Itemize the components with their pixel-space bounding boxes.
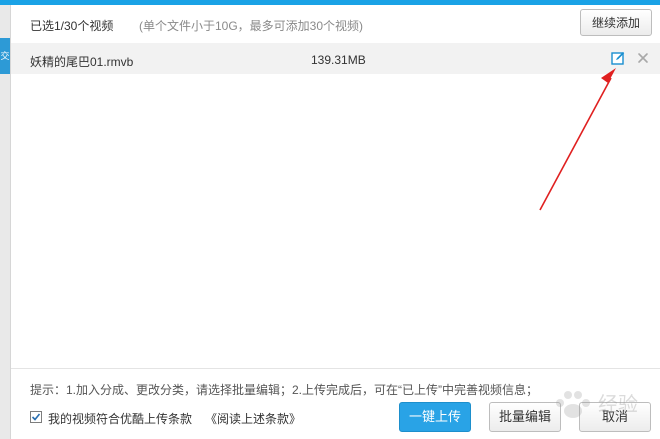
edit-icon[interactable] — [611, 51, 625, 65]
watermark-text: 经验 — [598, 392, 638, 416]
upload-dialog: 已选1/30个视频 (单个文件小于10G，最多可添加30个视频) 继续添加 妖精… — [11, 5, 660, 439]
upload-limit-hint: (单个文件小于10G，最多可添加30个视频) — [139, 19, 364, 33]
left-side-tab[interactable]: 交 — [0, 38, 10, 74]
upload-tip: 提示：1.加入分成、更改分类，请选择批量编辑；2.上传完成后，可在“已上传”中完… — [30, 383, 539, 397]
file-list: 妖精的尾巴01.rmvb 139.31MB — [11, 43, 660, 74]
baidu-watermark-logo: 经验 — [546, 375, 660, 430]
dialog-header: 已选1/30个视频 (单个文件小于10G，最多可添加30个视频) 继续添加 — [11, 5, 660, 43]
selected-count: 已选1/30个视频 — [30, 19, 114, 33]
footer-divider — [11, 368, 660, 369]
continue-add-button[interactable]: 继续添加 — [580, 9, 652, 36]
agree-label: 我的视频符合优酷上传条款 — [48, 412, 193, 426]
file-row[interactable]: 妖精的尾巴01.rmvb 139.31MB — [11, 43, 660, 74]
file-name: 妖精的尾巴01.rmvb — [30, 55, 134, 69]
close-icon[interactable] — [636, 51, 650, 65]
checkbox-icon[interactable] — [30, 411, 42, 423]
one-click-upload-button[interactable]: 一键上传 — [399, 402, 471, 432]
file-size: 139.31MB — [311, 53, 366, 67]
terms-link[interactable]: 《阅读上述条款》 — [205, 410, 301, 427]
